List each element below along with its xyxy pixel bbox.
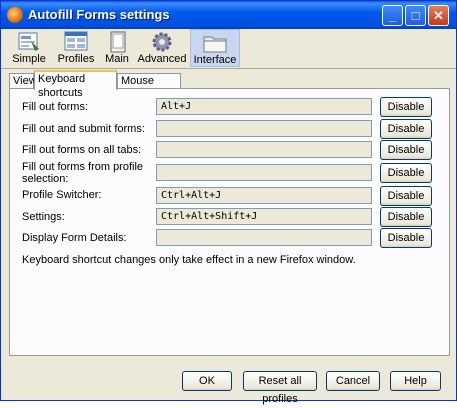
toolbar-label-profiles: Profiles	[57, 53, 95, 65]
toolbar-label-simple: Simple	[12, 53, 46, 65]
close-button[interactable]: ✕	[428, 5, 449, 26]
help-button[interactable]: Help	[390, 371, 441, 391]
firefox-icon	[7, 7, 23, 23]
shortcut-label-profile-selection: Fill out forms from profile selection:	[22, 161, 144, 185]
toolbar-label-main: Main	[105, 53, 129, 65]
title-bar[interactable]: Autofill Forms settings _ □ ✕	[1, 1, 456, 29]
shortcut-note: Keyboard shortcut changes only take effe…	[22, 254, 356, 266]
shortcut-field-form-details[interactable]	[156, 229, 372, 246]
cancel-button[interactable]: Cancel	[326, 371, 380, 391]
shortcut-label-fill-out-forms: Fill out forms:	[22, 101, 89, 113]
disable-button-fill-and-submit[interactable]: Disable	[380, 119, 432, 139]
toolbar-label-interface: Interface	[193, 54, 237, 66]
shortcut-label-fill-and-submit: Fill out and submit forms:	[22, 123, 145, 135]
disable-button-profile-selection[interactable]: Disable	[380, 163, 432, 183]
shortcut-field-profile-switcher[interactable]: Ctrl+Alt+J	[156, 187, 372, 204]
toolbar-main[interactable]: Main	[101, 29, 133, 67]
minimize-button[interactable]: _	[382, 5, 403, 26]
disable-button-all-tabs[interactable]: Disable	[380, 140, 432, 160]
disable-button-fill-out-forms[interactable]: Disable	[380, 97, 432, 117]
shortcut-label-all-tabs: Fill out forms on all tabs:	[22, 144, 142, 156]
shortcut-field-fill-out-forms[interactable]: Alt+J	[156, 98, 372, 115]
folder-icon	[203, 36, 227, 53]
toolbar-profiles[interactable]: Profiles	[55, 29, 97, 67]
reset-all-profiles-button[interactable]: Reset all profiles	[243, 371, 317, 405]
toolbar-advanced[interactable]: Advanced	[137, 29, 187, 67]
shortcut-field-settings[interactable]: Ctrl+Alt+Shift+J	[156, 208, 372, 225]
ok-button[interactable]: OK	[182, 371, 232, 391]
shortcut-field-profile-selection[interactable]	[156, 164, 372, 181]
toolbar-interface[interactable]: Interface	[190, 29, 240, 67]
toolbar-simple[interactable]: Simple	[9, 29, 49, 67]
window-title: Autofill Forms settings	[28, 7, 170, 22]
keyboard-shortcuts-panel: Fill out forms: Alt+J Disable Fill out a…	[9, 88, 450, 356]
profiles-icon	[64, 31, 88, 51]
toolbar-label-advanced: Advanced	[137, 53, 187, 65]
disable-button-form-details[interactable]: Disable	[380, 228, 432, 248]
shortcut-label-form-details: Display Form Details:	[22, 232, 127, 244]
tab-view[interactable]: View	[9, 73, 37, 89]
disable-button-profile-switcher[interactable]: Disable	[380, 186, 432, 206]
preferences-toolbar: Simple Profiles Main Advanced Interface	[1, 29, 456, 69]
settings-dialog: Autofill Forms settings _ □ ✕ Simple Pro…	[0, 0, 457, 405]
shortcut-label-profile-switcher: Profile Switcher:	[22, 189, 102, 201]
tab-keyboard-shortcuts[interactable]: Keyboard shortcuts	[34, 70, 117, 99]
main-window-icon	[110, 31, 126, 53]
simple-form-icon	[18, 32, 39, 51]
disable-button-settings[interactable]: Disable	[380, 207, 432, 227]
gear-icon	[152, 32, 172, 52]
shortcut-label-settings: Settings:	[22, 211, 65, 223]
shortcut-field-fill-and-submit[interactable]	[156, 120, 372, 137]
shortcut-field-all-tabs[interactable]	[156, 141, 372, 158]
maximize-button[interactable]: □	[405, 5, 426, 26]
tab-mouse-buttons[interactable]: Mouse buttons	[117, 73, 181, 101]
